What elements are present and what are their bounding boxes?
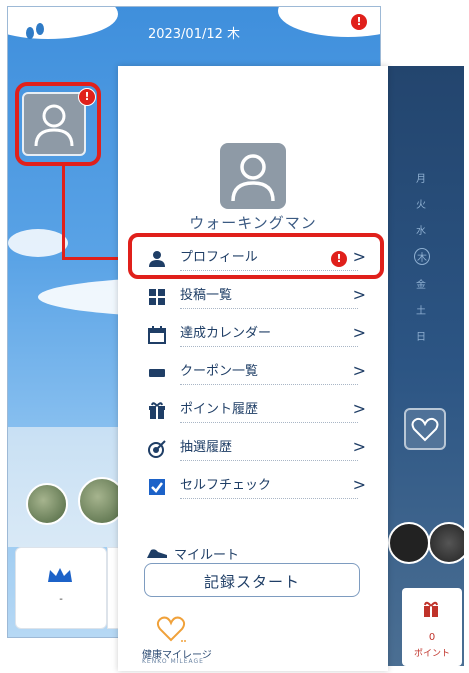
menu-item-calendar[interactable]: 達成カレンダー > (138, 318, 366, 354)
menu-alert-badge: ! (350, 13, 368, 31)
cloud-decoration (8, 229, 68, 257)
menu-item-label: 投稿一覧 (180, 286, 358, 309)
user-name: ウォーキングマン (189, 214, 317, 232)
user-icon (231, 154, 275, 202)
logo-subtext: KENKO MILEAGE (142, 658, 204, 665)
points-card[interactable]: 0 ポイント (402, 588, 462, 666)
weekday-label: 火 (416, 200, 426, 211)
profile-alert-badge: ! (330, 250, 348, 268)
health-heart-icon[interactable] (404, 408, 446, 450)
myroute-label: マイルート (174, 548, 240, 563)
photo-thumbnail[interactable] (428, 522, 464, 564)
menu-item-label: ポイント履歴 (180, 400, 358, 423)
callout-arrow-line (62, 166, 65, 260)
menu-item-label: クーポン一覧 (180, 362, 358, 385)
checkbox-icon (149, 479, 165, 495)
points-value: 0 (428, 632, 436, 643)
menu-item-self-check[interactable]: セルフチェック > (138, 470, 366, 506)
weekday-label: 木 (414, 248, 430, 265)
chevron-right-icon: > (352, 323, 366, 342)
chevron-right-icon: > (352, 399, 366, 418)
menu-item-label: 達成カレンダー (180, 324, 358, 347)
weekday-label: 日 (416, 332, 426, 343)
photo-thumbnail[interactable] (26, 483, 68, 525)
chevron-right-icon: > (352, 361, 366, 380)
menu-item-lottery-history[interactable]: 抽選履歴 > (138, 432, 366, 468)
menu-item-point-history[interactable]: ポイント履歴 > (138, 394, 366, 430)
profile-avatar[interactable] (220, 143, 286, 209)
target-icon (148, 440, 166, 458)
calendar-screen: 月 火 水 木 金 土 日 0 ポイント (380, 66, 464, 666)
crown-icon (48, 568, 72, 582)
gift-icon (149, 402, 165, 419)
ranking-card[interactable]: - (15, 547, 107, 629)
kenko-mileage-logo (156, 616, 186, 642)
chevron-right-icon: > (352, 285, 366, 304)
record-start-button[interactable]: 記録スタート (144, 563, 360, 597)
grid-icon (149, 289, 165, 305)
chevron-right-icon: > (352, 475, 366, 494)
menu-item-label: 抽選履歴 (180, 438, 358, 461)
menu-item-label: セルフチェック (180, 476, 358, 499)
chevron-right-icon: > (352, 437, 366, 456)
menu-item-posts[interactable]: 投稿一覧 > (138, 280, 366, 316)
coupon-icon (149, 369, 165, 377)
gift-icon (424, 601, 438, 617)
photo-thumbnail[interactable] (388, 522, 430, 564)
header-date: 2023/01/12 木 (147, 27, 241, 42)
weekday-label: 月 (416, 174, 426, 185)
avatar-highlight-frame (15, 82, 101, 166)
side-drawer: ウォーキングマン プロフィール > 投稿一覧 > 達成カレンダー > クーポン一… (118, 66, 388, 671)
weekday-label: 水 (416, 226, 426, 237)
shoe-icon (147, 549, 167, 558)
callout-arrow-line (62, 257, 122, 260)
menu-item-coupons[interactable]: クーポン一覧 > (138, 356, 366, 392)
ranking-value: - (59, 594, 63, 605)
weekday-label: 土 (416, 306, 426, 317)
calendar-icon (148, 326, 166, 344)
weekday-label: 金 (416, 280, 426, 291)
points-label: ポイント (413, 649, 450, 659)
